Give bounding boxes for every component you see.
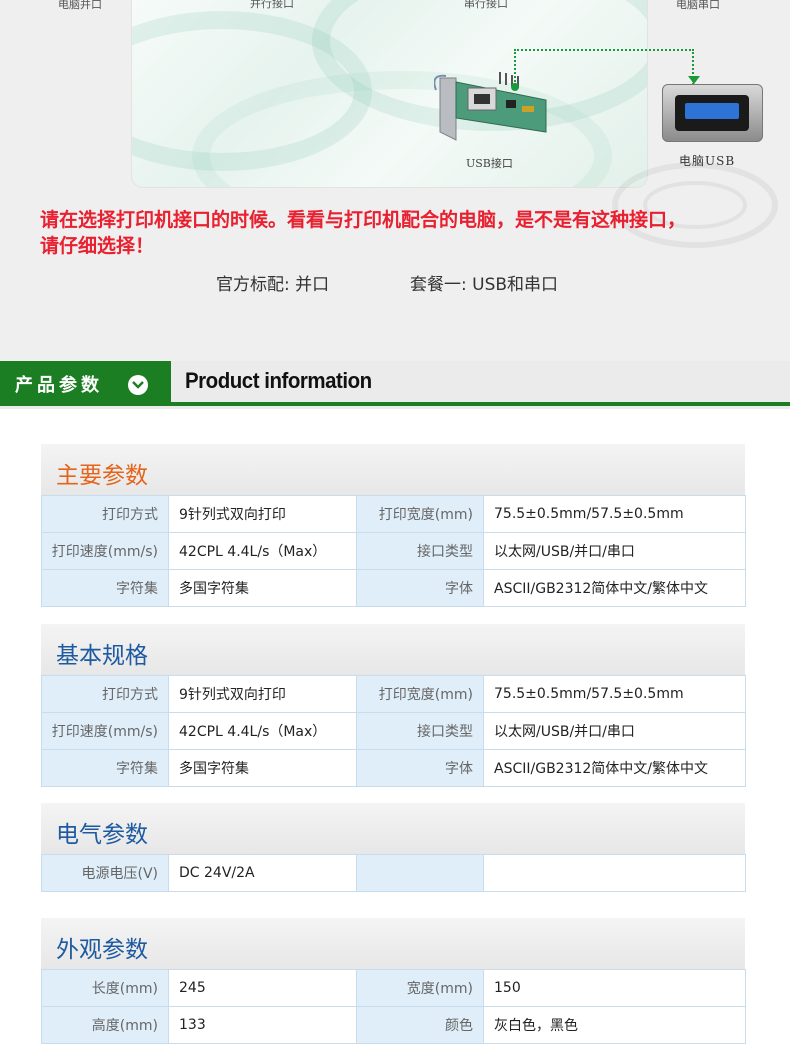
table-row: 电源电压(V) DC 24V/2A xyxy=(41,854,746,892)
spec-label-cell: 接口类型 xyxy=(356,532,484,570)
spec-label-cell: 打印速度(mm/s) xyxy=(41,712,169,750)
spec-label-cell xyxy=(356,854,484,892)
spec-value-cell: 灰白色，黑色 xyxy=(483,1006,746,1044)
serial-port-label: 串行接口 xyxy=(464,0,508,10)
spec-label-cell: 长度(mm) xyxy=(41,969,169,1007)
usb-port-image xyxy=(662,84,763,142)
usb-port-socket xyxy=(675,95,749,131)
table-row: 高度(mm) 133 颜色 灰白色，黑色 xyxy=(41,1006,746,1044)
option-standard-text: 官方标配: 并口 xyxy=(216,275,330,295)
spec-group: 电气参数 电源电压(V) DC 24V/2A xyxy=(41,803,746,892)
spec-label-cell: 高度(mm) xyxy=(41,1006,169,1044)
spec-value-cell: 以太网/USB/并口/串口 xyxy=(483,712,746,750)
table-row: 打印方式 9针列式双向打印 打印宽度(mm) 75.5±0.5mm/57.5±0.5m… xyxy=(41,495,746,533)
product-params-label: 产品参数 xyxy=(15,375,103,396)
warning-line-2: 请仔细选择！ xyxy=(40,235,155,257)
spec-label-cell: 打印速度(mm/s) xyxy=(41,532,169,570)
product-params-tab[interactable]: 产品参数 xyxy=(0,361,171,402)
spec-value-cell: 多国字符集 xyxy=(168,749,357,787)
spec-label-cell: 字体 xyxy=(356,569,484,607)
connector-dot xyxy=(511,83,519,91)
spec-value-cell: 9针列式双向打印 xyxy=(168,675,357,713)
spec-label-cell: 打印宽度(mm) xyxy=(356,675,484,713)
spec-group: 主要参数 打印方式 9针列式双向打印 打印宽度(mm) 75.5±0.5mm/57.5±… xyxy=(41,444,746,607)
spec-label-cell: 颜色 xyxy=(356,1006,484,1044)
spec-value-cell: 150 xyxy=(483,969,746,1007)
parallel-port-label: 并行接口 xyxy=(250,0,294,10)
spec-value-cell: 245 xyxy=(168,969,357,1007)
header-underline xyxy=(0,402,790,406)
spec-table: 电源电压(V) DC 24V/2A xyxy=(41,854,746,892)
spec-label-cell: 字符集 xyxy=(41,749,169,787)
interface-warning-text: 请在选择打印机接口的时候。看看与打印机配合的电脑，是不是有这种接口， 请仔细选择… xyxy=(40,207,780,259)
spec-label-cell: 接口类型 xyxy=(356,712,484,750)
spec-label-cell: 打印方式 xyxy=(41,495,169,533)
interface-diagram-section: 电脑并口 电脑串口 并行接口 串行接口 USB接口 电脑USB 请在选择打印机接 xyxy=(0,0,790,361)
spec-label-cell: 打印宽度(mm) xyxy=(356,495,484,533)
spec-group-title: 基本规格 xyxy=(41,624,745,675)
spec-value-cell: 75.5±0.5mm/57.5±0.5mm xyxy=(483,495,746,533)
chevron-down-icon[interactable] xyxy=(128,375,148,395)
table-row: 字符集 多国字符集 字体 ASCII/GB2312简体中文/繁体中文 xyxy=(41,749,746,787)
spec-label-cell: 宽度(mm) xyxy=(356,969,484,1007)
spec-value-cell: DC 24V/2A xyxy=(168,854,357,892)
option-package-text: 套餐一: USB和串口 xyxy=(410,275,559,295)
spec-group: 基本规格 打印方式 9针列式双向打印 打印宽度(mm) 75.5±0.5mm/57.5±… xyxy=(41,624,746,787)
usb-interface-label: USB接口 xyxy=(466,157,513,170)
spec-value-cell: 75.5±0.5mm/57.5±0.5mm xyxy=(483,675,746,713)
table-row: 打印方式 9针列式双向打印 打印宽度(mm) 75.5±0.5mm/57.5±0.5m… xyxy=(41,675,746,713)
spec-value-cell: 42CPL 4.4L/s（Max） xyxy=(168,712,357,750)
spec-table: 打印方式 9针列式双向打印 打印宽度(mm) 75.5±0.5mm/57.5±0.5m… xyxy=(41,675,746,787)
interface-diagram-card: 并行接口 串行接口 xyxy=(131,0,648,188)
spec-value-cell: ASCII/GB2312简体中文/繁体中文 xyxy=(483,569,746,607)
usb-port-tongue xyxy=(685,103,739,119)
spec-label-cell: 字体 xyxy=(356,749,484,787)
spec-group-title: 电气参数 xyxy=(41,803,745,854)
spec-group-title: 外观参数 xyxy=(41,918,745,969)
table-row: 打印速度(mm/s) 42CPL 4.4L/s（Max） 接口类型 以太网/USB/并… xyxy=(41,712,746,750)
spec-label-cell: 打印方式 xyxy=(41,675,169,713)
product-info-title: Product information xyxy=(185,368,372,393)
spec-value-cell: ASCII/GB2312简体中文/繁体中文 xyxy=(483,749,746,787)
spec-value-cell xyxy=(483,854,746,892)
spec-label-cell: 电源电压(V) xyxy=(41,854,169,892)
serial-pc-label: 电脑串口 xyxy=(676,0,720,11)
connector-dotted-line xyxy=(514,49,694,85)
spec-value-cell: 多国字符集 xyxy=(168,569,357,607)
parallel-pc-label: 电脑并口 xyxy=(58,0,102,11)
spec-label-cell: 字符集 xyxy=(41,569,169,607)
spec-group-title: 主要参数 xyxy=(41,444,745,495)
spec-value-cell: 9针列式双向打印 xyxy=(168,495,357,533)
spec-value-cell: 42CPL 4.4L/s（Max） xyxy=(168,532,357,570)
spec-value-cell: 133 xyxy=(168,1006,357,1044)
spec-value-cell: 以太网/USB/并口/串口 xyxy=(483,532,746,570)
table-row: 字符集 多国字符集 字体 ASCII/GB2312简体中文/繁体中文 xyxy=(41,569,746,607)
warning-line-1: 请在选择打印机接口的时候。看看与打印机配合的电脑，是不是有这种接口， xyxy=(40,209,687,231)
spec-group: 外观参数 长度(mm) 245 宽度(mm) 150 高度(mm) 133 颜色 灰白色，黑色 xyxy=(41,918,746,1044)
table-row: 长度(mm) 245 宽度(mm) 150 xyxy=(41,969,746,1007)
table-row: 打印速度(mm/s) 42CPL 4.4L/s（Max） 接口类型 以太网/USB/并… xyxy=(41,532,746,570)
arrow-down-icon xyxy=(688,76,700,84)
spec-table: 长度(mm) 245 宽度(mm) 150 高度(mm) 133 颜色 灰白色，黑色 xyxy=(41,969,746,1044)
spec-table: 打印方式 9针列式双向打印 打印宽度(mm) 75.5±0.5mm/57.5±0.5m… xyxy=(41,495,746,607)
